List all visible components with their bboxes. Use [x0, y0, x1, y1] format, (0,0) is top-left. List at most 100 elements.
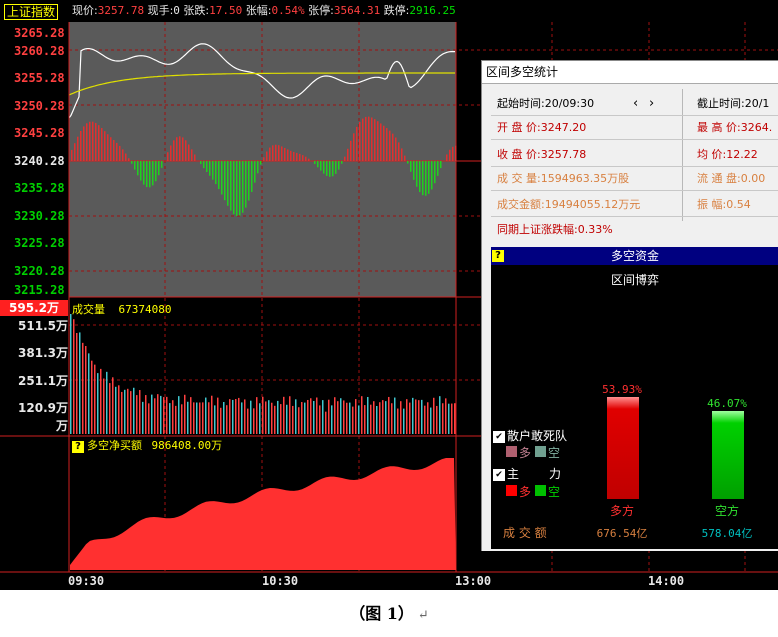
volume-bar [391, 403, 393, 434]
volume-bar [121, 391, 123, 434]
index-name[interactable]: 上证指数 [4, 4, 59, 20]
main-long-swatch [506, 485, 517, 496]
volume-bar [433, 397, 435, 434]
pct-value: 0.54% [271, 4, 305, 17]
volume-bar [172, 400, 174, 434]
volume-tick: 万 [55, 419, 68, 433]
volume-bar [238, 397, 240, 434]
volume-bar [79, 332, 81, 434]
volume-bar [223, 401, 225, 434]
sentiment-bar-down [152, 161, 154, 186]
range-stats-window[interactable]: 区间多空统计 起始时间:20/09:30 ‹ › 截止时间:20/1 开 盘 价… [481, 60, 778, 551]
volume-bar [415, 399, 417, 434]
pct-label: 张幅: [245, 4, 272, 17]
sentiment-bar-up [113, 140, 115, 161]
long-amount: 676.54亿 [596, 527, 648, 540]
checkbox-icon[interactable]: ✔ [493, 468, 505, 481]
sentiment-bar-down [428, 161, 430, 194]
volume-bar [337, 401, 339, 434]
legend-main[interactable]: ✔ 主 [493, 465, 519, 482]
quote-fields: 现价:3257.78 现手:0 张跌:17.50 张幅:0.54% 张停:356… [72, 0, 456, 22]
sentiment-bar-down [137, 161, 139, 176]
volume-bar [187, 401, 189, 434]
sentiment-bar-up [185, 140, 187, 161]
sentiment-bar-up [287, 149, 289, 161]
change-value: 17.50 [209, 4, 243, 17]
close-price: 收 盘 价:3257.78 [497, 148, 587, 161]
help-icon[interactable]: ? [492, 250, 504, 262]
prev-icon[interactable]: ‹ [633, 93, 638, 115]
sentiment-bar-up [401, 148, 403, 161]
volume-bar [277, 400, 279, 434]
retail-short-label: 空 [548, 446, 561, 460]
volume-bar [322, 400, 324, 434]
price-tick: 3260.28 [14, 44, 65, 58]
sentiment-bar-down [215, 161, 217, 185]
legend-retail[interactable]: ✔ 散户敢死队 [493, 427, 567, 444]
sentiment-bar-up [281, 146, 283, 161]
retail-short-swatch [535, 446, 546, 457]
sentiment-bar-up [356, 126, 358, 161]
sentiment-bar-down [209, 161, 211, 176]
sentiment-bar-up [116, 142, 118, 161]
volume-bar [232, 399, 234, 434]
window-title[interactable]: 区间多空统计 [482, 61, 778, 84]
intraday-chart[interactable]: 上证指数 现价:3257.78 现手:0 张跌:17.50 张幅:0.54% 张… [0, 0, 778, 590]
next-icon[interactable]: › [649, 93, 654, 115]
long-bar [607, 397, 639, 499]
sentiment-bar-up [446, 154, 448, 161]
volume-bar [169, 403, 171, 434]
sentiment-bar-down [233, 161, 235, 215]
start-time: 起始时间:20/09:30 [497, 97, 595, 110]
volume-bar [163, 397, 165, 434]
volume-bar [262, 396, 264, 434]
volume-bar [259, 403, 261, 434]
price-tick: 3235.28 [14, 181, 65, 195]
price-tick: 3230.28 [14, 209, 65, 223]
volume-bar [82, 342, 84, 434]
stats-row-open: 开 盘 价:3247.20 最 高 价:3264. [491, 117, 778, 140]
sentiment-bar-down [314, 161, 316, 165]
sentiment-bar-up [389, 130, 391, 161]
volume-bar [289, 396, 291, 434]
volume-max-badge: 595.2万 [0, 300, 68, 316]
limit-down-value: 2916.25 [409, 4, 456, 17]
volume-bar [229, 399, 231, 434]
sentiment-bar-down [143, 161, 145, 185]
sentiment-bar-up [377, 121, 379, 161]
volume-bar [97, 373, 99, 434]
sentiment-bar-up [404, 155, 406, 161]
sentiment-bar-down [317, 161, 319, 168]
volume-bar [220, 407, 222, 434]
caption-text: （图 1） [349, 604, 414, 623]
short-side-label: 空方 [714, 504, 739, 518]
volume-bar [136, 395, 138, 434]
sentiment-bar-down [224, 161, 226, 201]
sentiment-bar-down [239, 161, 241, 216]
checkbox-icon[interactable]: ✔ [493, 430, 505, 443]
volume-bar [160, 395, 162, 434]
volume-bar [397, 408, 399, 434]
volume-bar [283, 396, 285, 434]
volume-bar [199, 402, 201, 434]
net-buy-title: ? 多空净买额 986408.00万 [72, 437, 222, 453]
volume-bar [190, 397, 192, 434]
sentiment-bar-down [320, 161, 322, 171]
sentiment-bar-down [155, 161, 157, 182]
sentiment-bar-down [140, 161, 142, 181]
sentiment-bar-up [374, 119, 376, 161]
price-tick: 3255.28 [14, 71, 65, 85]
float-shares: 流 通 盘:0.00 [697, 172, 766, 185]
sentiment-bar-up [398, 142, 400, 161]
sentiment-bar-up [305, 156, 307, 161]
sentiment-bar-up [290, 150, 292, 161]
help-icon[interactable]: ? [72, 441, 84, 453]
main-short-swatch [535, 485, 546, 496]
sentiment-bar-down [425, 161, 427, 196]
sentiment-bar-up [188, 144, 190, 161]
volume-bar [355, 399, 357, 434]
price-tick: 3250.28 [14, 99, 65, 113]
volume-bar [256, 397, 258, 434]
volume-title-text: 成交量 [72, 303, 105, 316]
sentiment-bar-down [134, 161, 136, 170]
